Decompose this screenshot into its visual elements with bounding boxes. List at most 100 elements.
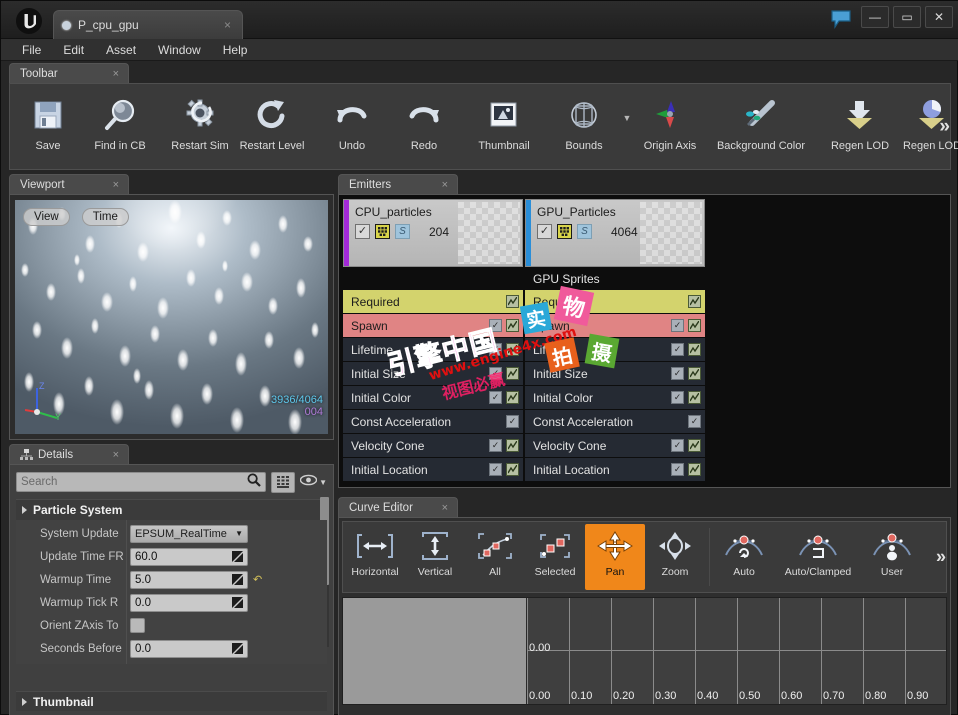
tab-viewport[interactable]: Viewport × [9,174,129,194]
curve-toggle-icon[interactable] [688,319,701,332]
zoom-mode-button[interactable]: Zoom [645,524,705,590]
module-enabled-checkbox[interactable]: ✓ [489,391,502,404]
maximize-button[interactable]: ▭ [893,6,921,28]
find-in-cb-button[interactable]: Find in CB [84,87,156,166]
menu-asset[interactable]: Asset [95,41,147,59]
tangent-user-button[interactable]: User [862,524,922,590]
asset-tab-close-icon[interactable]: × [221,18,234,32]
tab-viewport-close-icon[interactable]: × [113,179,119,191]
curve-toggle-icon[interactable] [688,439,701,452]
pan-mode-button[interactable]: Pan [585,524,645,590]
tab-emitters[interactable]: Emitters × [338,174,458,194]
viewport-time-menu-button[interactable]: Time [81,208,129,226]
details-visibility-dropdown[interactable]: ▼ [299,473,327,491]
viewport-view-menu-button[interactable]: View [23,208,70,226]
section-header-thumbnail[interactable]: Thumbnail [16,691,327,711]
module-enabled-checkbox[interactable]: ✓ [489,367,502,380]
curve-plot-area[interactable]: 0.00 0.00 0.10 0.20 0.30 0.40 0.50 0.60 … [527,598,946,704]
module-enabled-checkbox[interactable]: ✓ [489,439,502,452]
module-row-velocity-cone[interactable]: Velocity Cone ✓ [343,434,523,458]
minimize-button[interactable]: — [861,6,889,28]
module-row-lifetime[interactable]: Lifetime ✓ [525,338,705,362]
bounds-button[interactable]: Bounds [548,87,620,166]
regen-lod-button[interactable]: Regen LOD [896,87,958,166]
close-button[interactable]: ✕ [925,6,953,28]
spinner-icon[interactable] [232,574,243,585]
emitter-header-cpu-particles[interactable]: CPU_particles ✓ S 204 [343,199,523,267]
module-enabled-checkbox[interactable]: ✓ [688,415,701,428]
emitter-header-gpu-particles[interactable]: GPU_Particles ✓ S 4064 [525,199,705,267]
fit-vertical-button[interactable]: Vertical [405,524,465,590]
curve-toggle-icon[interactable] [688,343,701,356]
module-enabled-checkbox[interactable]: ✓ [506,415,519,428]
curve-track-list[interactable] [343,598,527,704]
restart-level-button[interactable]: Restart Level [236,87,308,166]
seconds-before-input[interactable]: 0.0 [130,639,248,658]
menu-file[interactable]: File [11,41,52,59]
menu-help[interactable]: Help [212,41,259,59]
module-enabled-checkbox[interactable]: ✓ [671,367,684,380]
emitter-solo-toggle[interactable]: S [395,224,410,239]
module-row-initial-location[interactable]: Initial Location ✓ [525,458,705,482]
background-color-button[interactable]: Background Color [706,87,816,166]
module-row-initial-size[interactable]: Initial Size ✓ [525,362,705,386]
module-row-initial-color[interactable]: Initial Color ✓ [343,386,523,410]
module-row-lifetime[interactable]: Lifetime ✓ [343,338,523,362]
section-header-particle-system[interactable]: Particle System [16,500,327,520]
emitter-render-toggle-icon[interactable] [557,224,572,239]
module-row-initial-size[interactable]: Initial Size ✓ [343,362,523,386]
curve-toggle-icon[interactable] [688,367,701,380]
tangent-auto-button[interactable]: Auto [714,524,774,590]
search-input[interactable]: Search [16,472,267,492]
fit-all-button[interactable]: All [465,524,525,590]
curve-toggle-icon[interactable] [506,295,519,308]
module-row-required[interactable]: Required [525,290,705,314]
tab-details[interactable]: Details × [9,444,129,464]
origin-axis-button[interactable]: Origin Axis [634,87,706,166]
thumbnail-button[interactable]: Thumbnail [468,87,540,166]
asset-tab[interactable]: P_cpu_gpu × [53,10,243,39]
tab-curve-editor-close-icon[interactable]: × [442,502,448,514]
spinner-icon[interactable] [232,643,243,654]
module-row-spawn[interactable]: Spawn ✓ [525,314,705,338]
emitter-solo-toggle[interactable]: S [577,224,592,239]
redo-button[interactable]: Redo [388,87,460,166]
tab-curve-editor[interactable]: Curve Editor × [338,497,458,517]
bounds-dropdown-caret-icon[interactable]: ▼ [620,87,634,166]
warmup-time-input[interactable]: 5.0 [130,570,248,589]
emitter-render-toggle-icon[interactable] [375,224,390,239]
curve-toggle-icon[interactable] [506,439,519,452]
emitter-enabled-checkbox[interactable]: ✓ [355,224,370,239]
curve-toggle-icon[interactable] [506,319,519,332]
update-time-fps-input[interactable]: 60.0 [130,547,248,566]
curve-toggle-icon[interactable] [506,391,519,404]
curve-toggle-icon[interactable] [688,295,701,308]
tab-emitters-close-icon[interactable]: × [442,179,448,191]
save-button[interactable]: Save [12,87,84,166]
menu-edit[interactable]: Edit [52,41,95,59]
spinner-icon[interactable] [232,597,243,608]
module-row-const-acceleration[interactable]: Const Acceleration ✓ [343,410,523,434]
module-row-velocity-cone[interactable]: Velocity Cone ✓ [525,434,705,458]
tab-toolbar-close-icon[interactable]: × [113,68,119,80]
module-enabled-checkbox[interactable]: ✓ [489,343,502,356]
tangent-auto-clamped-button[interactable]: Auto/Clamped [774,524,862,590]
undo-button[interactable]: Undo [316,87,388,166]
module-row-const-acceleration[interactable]: Const Acceleration ✓ [525,410,705,434]
warmup-tick-rate-input[interactable]: 0.0 [130,593,248,612]
details-filter-grid-button[interactable] [271,471,296,493]
reset-to-default-icon[interactable]: ↶ [253,573,262,586]
spinner-icon[interactable] [232,551,243,562]
curve-toggle-icon[interactable] [688,463,701,476]
curve-toggle-icon[interactable] [506,343,519,356]
module-enabled-checkbox[interactable]: ✓ [671,391,684,404]
tab-details-close-icon[interactable]: × [113,449,119,461]
curve-toggle-icon[interactable] [688,391,701,404]
module-row-initial-color[interactable]: Initial Color ✓ [525,386,705,410]
module-enabled-checkbox[interactable]: ✓ [671,463,684,476]
regen-lod-duplicate-button[interactable]: Regen LOD [824,87,896,166]
system-update-mode-select[interactable]: EPSUM_RealTime ▼ [130,524,248,543]
feedback-balloon-icon[interactable] [830,9,852,29]
module-row-spawn[interactable]: Spawn ✓ [343,314,523,338]
tab-toolbar[interactable]: Toolbar × [9,63,129,83]
